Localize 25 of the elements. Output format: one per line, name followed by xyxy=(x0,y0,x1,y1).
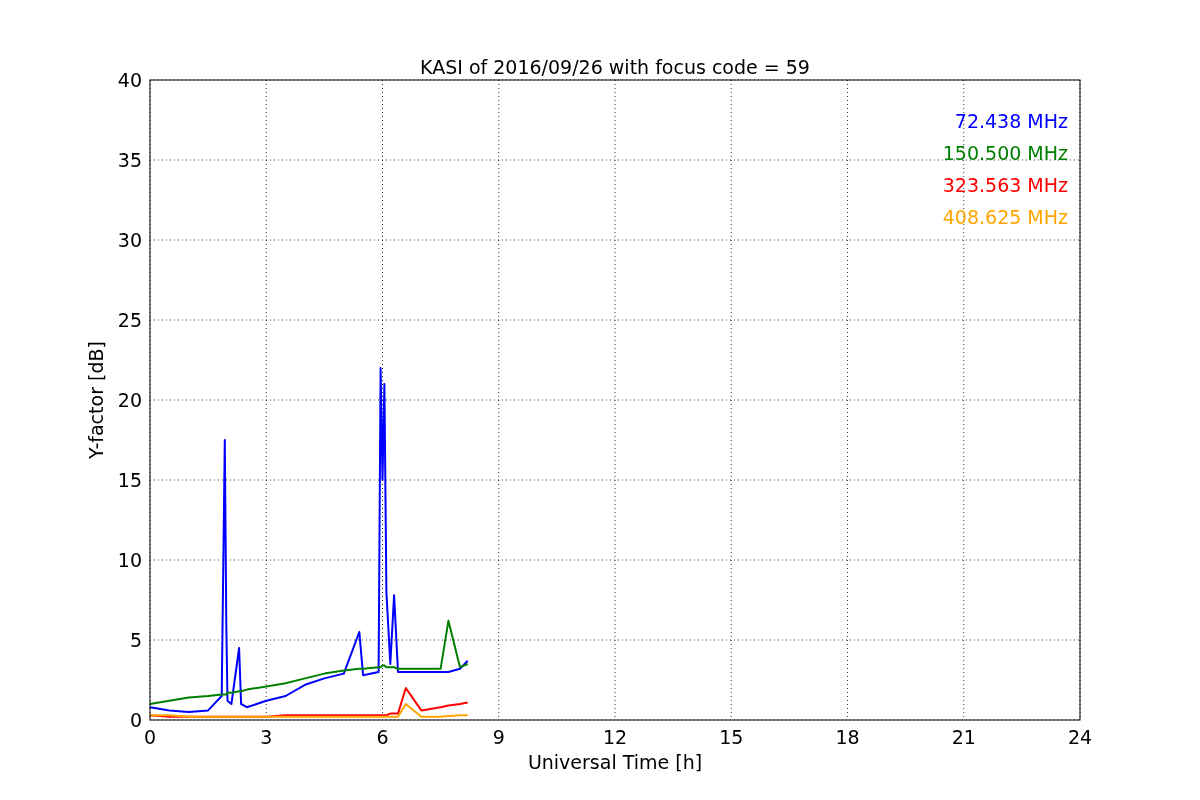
y-tick-label: 40 xyxy=(117,69,142,91)
y-tick-label: 20 xyxy=(117,389,142,411)
y-tick-label: 25 xyxy=(117,309,142,331)
chart-title: KASI of 2016/09/26 with focus code = 59 xyxy=(420,56,810,78)
x-tick-label: 24 xyxy=(1067,726,1093,748)
x-tick-label: 3 xyxy=(260,726,273,748)
y-tick-label: 0 xyxy=(129,709,142,731)
x-tick-label: 9 xyxy=(492,726,505,748)
y-tick-label: 35 xyxy=(117,149,142,171)
y-tick-label: 10 xyxy=(117,549,142,571)
legend-label: 72.438 MHz xyxy=(954,110,1068,132)
x-tick-label: 15 xyxy=(719,726,744,748)
x-tick-label: 18 xyxy=(835,726,860,748)
y-axis-label: Y-factor [dB] xyxy=(85,341,107,459)
x-tick-label: 21 xyxy=(951,726,976,748)
y-tick-label: 30 xyxy=(117,229,142,251)
legend-label: 150.500 MHz xyxy=(942,142,1068,164)
y-tick-label: 15 xyxy=(117,469,142,491)
x-tick-label: 12 xyxy=(602,726,628,748)
y-tick-label: 5 xyxy=(129,629,142,651)
x-tick-label: 6 xyxy=(376,726,389,748)
legend-label: 323.563 MHz xyxy=(942,174,1068,196)
legend-label: 408.625 MHz xyxy=(942,206,1068,228)
x-tick-label: 0 xyxy=(143,726,157,748)
x-axis-label: Universal Time [h] xyxy=(527,751,703,773)
